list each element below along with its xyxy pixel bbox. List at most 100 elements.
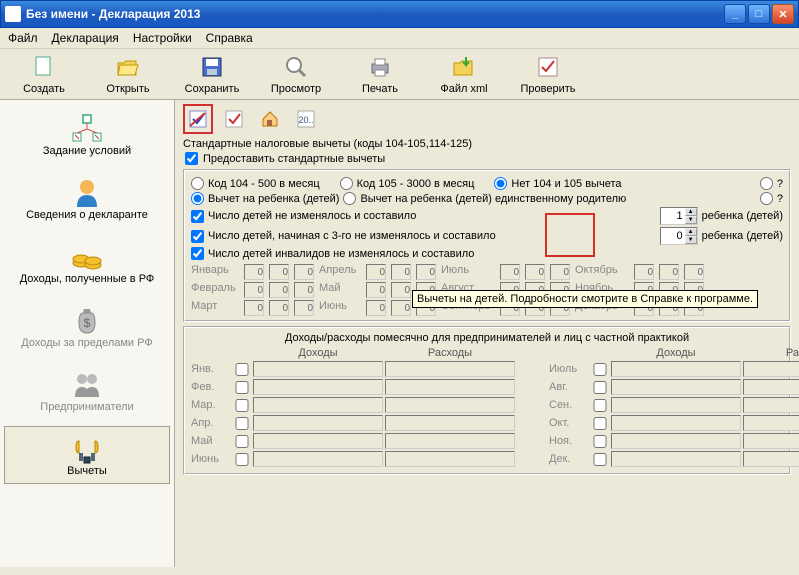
menu-declaration[interactable]: Декларация — [52, 31, 119, 45]
toolbar-open[interactable]: Открыть — [96, 53, 160, 95]
month-enable-checkbox[interactable] — [233, 363, 251, 376]
month-input[interactable] — [659, 264, 679, 280]
month-input[interactable] — [550, 264, 570, 280]
radio-child-deduction[interactable] — [191, 192, 204, 205]
month-input[interactable] — [634, 264, 654, 280]
help-icon[interactable]: ? — [777, 193, 783, 205]
month-input[interactable] — [294, 264, 314, 280]
income-input[interactable] — [611, 415, 741, 431]
income-input[interactable] — [253, 433, 383, 449]
checkbox-children-count[interactable] — [191, 210, 204, 223]
menu-help[interactable]: Справка — [206, 31, 253, 45]
tab-property-deductions[interactable] — [255, 104, 285, 134]
expense-input[interactable] — [743, 361, 799, 377]
month-input[interactable] — [244, 282, 264, 298]
minimize-button[interactable]: _ — [724, 4, 746, 24]
spin-down[interactable]: ▼ — [685, 236, 697, 244]
radio-help2[interactable] — [760, 192, 773, 205]
radio-code105[interactable] — [340, 177, 353, 190]
toolbar-new[interactable]: Создать — [12, 53, 76, 95]
income-input[interactable] — [611, 397, 741, 413]
expense-input[interactable] — [385, 415, 515, 431]
month-input[interactable] — [244, 264, 264, 280]
toolbar-xml[interactable]: Файл xml — [432, 53, 496, 95]
income-input[interactable] — [611, 451, 741, 467]
spin-up[interactable]: ▲ — [685, 208, 697, 216]
month-enable-checkbox[interactable] — [591, 363, 609, 376]
expense-input[interactable] — [743, 451, 799, 467]
toolbar-check[interactable]: Проверить — [516, 53, 580, 95]
menu-settings[interactable]: Настройки — [133, 31, 192, 45]
month-input[interactable] — [294, 300, 314, 316]
month-input[interactable] — [366, 282, 386, 298]
month-input[interactable] — [366, 264, 386, 280]
income-input[interactable] — [253, 379, 383, 395]
month-enable-checkbox[interactable] — [233, 435, 251, 448]
input-children-count[interactable] — [661, 210, 685, 222]
expense-input[interactable] — [385, 451, 515, 467]
sidebar-item-entrepreneurs[interactable]: Предприниматели — [4, 362, 170, 420]
month-enable-checkbox[interactable] — [591, 417, 609, 430]
radio-code104[interactable] — [191, 177, 204, 190]
income-input[interactable] — [253, 397, 383, 413]
month-input[interactable] — [269, 282, 289, 298]
expense-input[interactable] — [385, 361, 515, 377]
income-input[interactable] — [253, 361, 383, 377]
month-enable-checkbox[interactable] — [591, 381, 609, 394]
checkbox-children-disabled[interactable] — [191, 247, 204, 260]
month-input[interactable] — [416, 264, 436, 280]
radio-none104105[interactable] — [494, 177, 507, 190]
month-input[interactable] — [500, 264, 520, 280]
expense-input[interactable] — [743, 415, 799, 431]
spin-up[interactable]: ▲ — [685, 228, 697, 236]
maximize-button[interactable]: □ — [748, 4, 770, 24]
month-enable-checkbox[interactable] — [591, 453, 609, 466]
month-input[interactable] — [269, 300, 289, 316]
income-input[interactable] — [253, 451, 383, 467]
expense-input[interactable] — [743, 433, 799, 449]
month-input[interactable] — [294, 282, 314, 298]
month-input[interactable] — [391, 264, 411, 280]
month-enable-checkbox[interactable] — [591, 435, 609, 448]
month-enable-checkbox[interactable] — [233, 453, 251, 466]
month-input[interactable] — [366, 300, 386, 316]
spinner-children-3rd[interactable]: ▲▼ — [660, 227, 698, 245]
expense-input[interactable] — [743, 397, 799, 413]
toolbar-print[interactable]: Печать — [348, 53, 412, 95]
tab-social-deductions[interactable] — [219, 104, 249, 134]
radio-help1[interactable] — [760, 177, 773, 190]
month-enable-checkbox[interactable] — [233, 417, 251, 430]
month-enable-checkbox[interactable] — [591, 399, 609, 412]
sidebar-item-income-abroad[interactable]: $ Доходы за пределами РФ — [4, 298, 170, 356]
spin-down[interactable]: ▼ — [685, 216, 697, 224]
radio-child-single[interactable] — [343, 192, 356, 205]
month-input[interactable] — [525, 264, 545, 280]
toolbar-preview[interactable]: Просмотр — [264, 53, 328, 95]
expense-input[interactable] — [385, 433, 515, 449]
tab-securities-deductions[interactable]: 20.. — [291, 104, 321, 134]
month-input[interactable] — [391, 282, 411, 298]
sidebar-item-declarant[interactable]: Сведения о декларанте — [4, 170, 170, 228]
sidebar-item-deductions[interactable]: Вычеты — [4, 426, 170, 484]
sidebar-item-conditions[interactable]: Задание условий — [4, 106, 170, 164]
checkbox-provide-standard[interactable] — [185, 152, 198, 165]
income-input[interactable] — [611, 433, 741, 449]
help-icon[interactable]: ? — [777, 178, 783, 190]
month-input[interactable] — [244, 300, 264, 316]
month-input[interactable] — [391, 300, 411, 316]
month-enable-checkbox[interactable] — [233, 399, 251, 412]
sidebar-item-income-rf[interactable]: Доходы, полученные в РФ — [4, 234, 170, 292]
month-input[interactable] — [684, 264, 704, 280]
income-input[interactable] — [253, 415, 383, 431]
month-enable-checkbox[interactable] — [233, 381, 251, 394]
income-input[interactable] — [611, 379, 741, 395]
tab-standard-deductions[interactable] — [183, 104, 213, 134]
expense-input[interactable] — [743, 379, 799, 395]
month-input[interactable] — [269, 264, 289, 280]
close-button[interactable]: ✕ — [772, 4, 794, 24]
expense-input[interactable] — [385, 379, 515, 395]
toolbar-save[interactable]: Сохранить — [180, 53, 244, 95]
input-children-3rd[interactable] — [661, 230, 685, 242]
expense-input[interactable] — [385, 397, 515, 413]
spinner-children-count[interactable]: ▲▼ — [660, 207, 698, 225]
